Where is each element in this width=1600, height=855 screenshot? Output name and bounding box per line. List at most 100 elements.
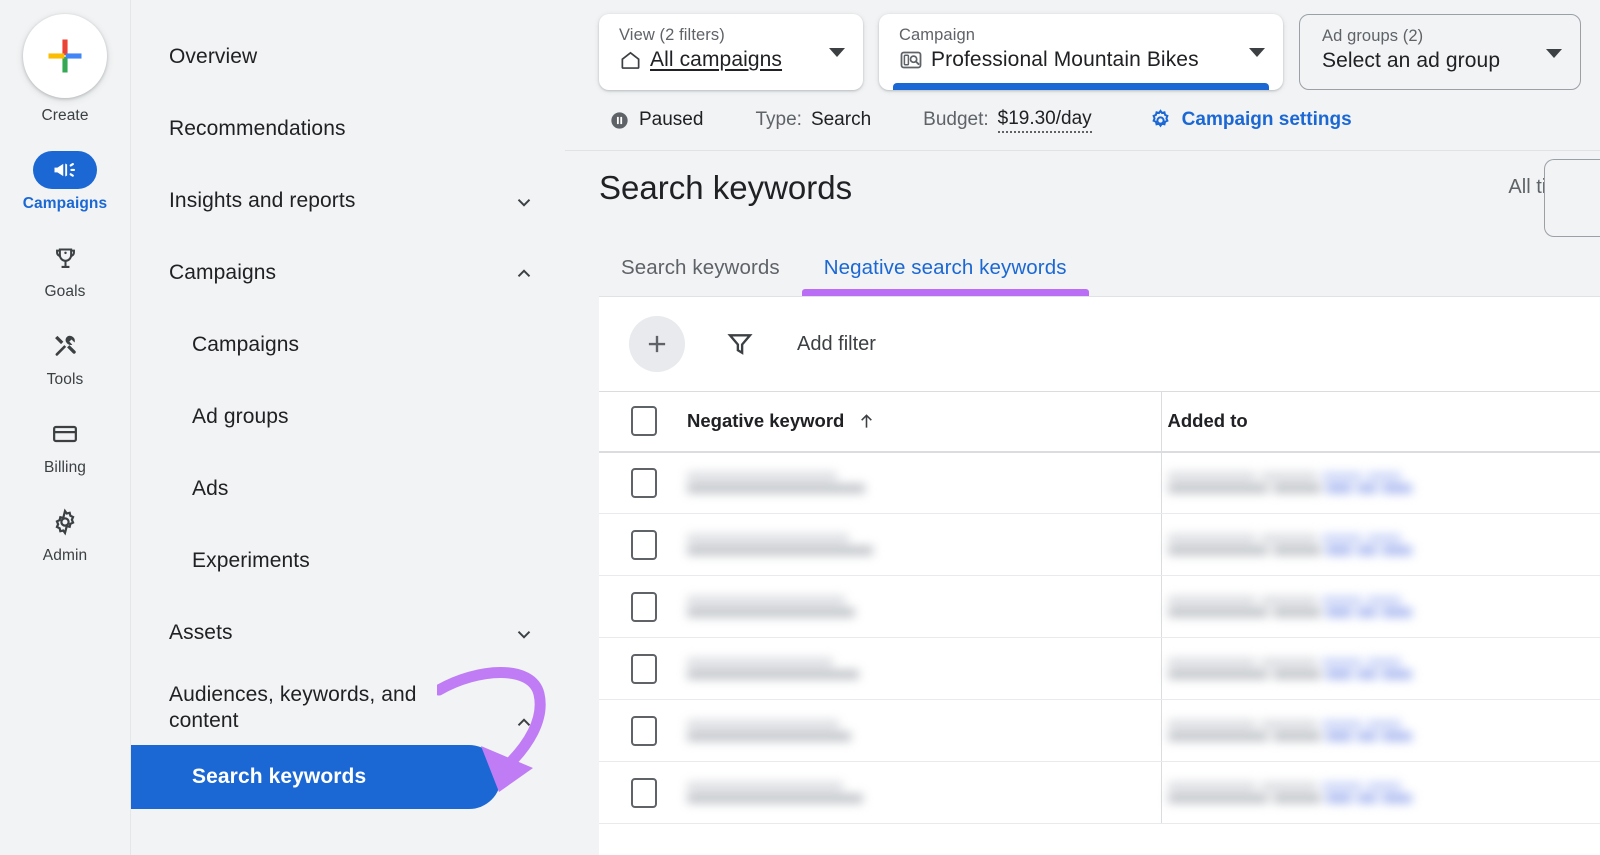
sidebar-item-label: Campaigns [169, 260, 276, 286]
row-checkbox[interactable] [631, 716, 657, 746]
row-checkbox[interactable] [631, 654, 657, 684]
campaign-selector[interactable]: Campaign Professional Mountain Bikes [879, 14, 1283, 90]
keyword-tabs: Search keywords Negative search keywords [565, 224, 1600, 296]
status-label: Paused [639, 109, 703, 131]
table-row[interactable] [599, 638, 1600, 700]
sidebar-item-insights-and-reports[interactable]: Insights and reports [131, 178, 565, 224]
tab-label: Search keywords [621, 256, 780, 279]
campaign-selector-accent [893, 83, 1269, 90]
campaign-budget-label: Budget: [923, 109, 989, 131]
sidebar-item-experiments[interactable]: Experiments [131, 538, 565, 584]
campaign-status-bar: Paused Type: Search Budget: $19.30/day C… [565, 96, 1600, 144]
table-row[interactable] [599, 762, 1600, 824]
campaign-settings-link[interactable]: Campaign settings [1148, 108, 1352, 133]
date-range-button[interactable] [1544, 159, 1600, 237]
sidebar-item-ads[interactable]: Ads [131, 466, 565, 512]
chevron-down-icon[interactable] [829, 48, 845, 57]
arrow-up-icon[interactable] [856, 411, 877, 432]
secondary-nav: Overview Recommendations Insights and re… [131, 0, 565, 855]
plus-icon [23, 14, 107, 98]
funnel-icon [725, 329, 755, 359]
campaign-type-label: Type: [755, 109, 801, 131]
credit-card-icon [33, 415, 97, 453]
view-selector[interactable]: View (2 filters) All campaigns [599, 14, 863, 90]
add-negative-keyword-button[interactable] [629, 316, 685, 372]
ad-group-selector[interactable]: Ad groups (2) Select an ad group [1299, 14, 1581, 90]
tab-search-keywords[interactable]: Search keywords [599, 256, 802, 296]
table-row[interactable] [599, 452, 1600, 514]
sidebar-item-label: Search keywords [192, 765, 366, 789]
campaign-type: Type: Search [755, 109, 871, 131]
rail-label-goals: Goals [45, 283, 86, 301]
rail-item-tools[interactable]: Tools [0, 327, 130, 389]
sidebar-item-search-keywords[interactable]: Search keywords [131, 745, 501, 809]
rail-item-campaigns[interactable]: Campaigns [0, 151, 130, 213]
sidebar-item-campaigns-group[interactable]: Campaigns [131, 250, 565, 296]
rail-label-tools: Tools [47, 371, 84, 389]
column-label: Negative keyword [687, 410, 844, 432]
chevron-up-icon[interactable] [513, 712, 535, 734]
sidebar-item-label: Insights and reports [169, 188, 355, 214]
table-row[interactable] [599, 514, 1600, 576]
chevron-down-icon[interactable] [1546, 49, 1562, 58]
sidebar-item-recommendations[interactable]: Recommendations [131, 106, 565, 152]
gear-icon [1148, 108, 1173, 133]
row-checkbox[interactable] [631, 778, 657, 808]
chevron-down-icon[interactable] [513, 191, 535, 213]
status-badge: Paused [609, 109, 703, 131]
campaign-settings-label: Campaign settings [1182, 109, 1352, 131]
column-header-negative-keyword[interactable]: Negative keyword [681, 392, 1161, 452]
row-checkbox[interactable] [631, 530, 657, 560]
negative-keyword-value [687, 658, 877, 679]
gear-icon [33, 503, 97, 541]
table-toolbar: Add filter [599, 297, 1600, 391]
rail-item-admin[interactable]: Admin [0, 503, 130, 565]
sidebar-item-campaigns[interactable]: Campaigns [131, 322, 565, 368]
select-all-header [599, 392, 681, 452]
rail-item-goals[interactable]: Goals [0, 239, 130, 301]
ad-group-selector-caption: Ad groups (2) [1322, 26, 1534, 46]
sidebar-item-audiences-keywords-content[interactable]: Audiences, keywords, and content [131, 682, 565, 735]
row-checkbox[interactable] [631, 468, 657, 498]
add-filter-button[interactable]: Add filter [797, 333, 876, 356]
sidebar-item-label: Campaigns [192, 332, 299, 358]
column-label: Added to [1168, 410, 1248, 432]
sidebar-item-assets[interactable]: Assets [131, 610, 565, 656]
chevron-down-icon[interactable] [1249, 48, 1265, 57]
negative-keyword-value [687, 596, 877, 617]
negative-keyword-value [687, 782, 877, 803]
campaign-budget-value[interactable]: $19.30/day [998, 108, 1092, 133]
table-header-row: Negative keyword Added to [599, 392, 1600, 452]
added-to-value [1168, 596, 1413, 617]
rail-item-billing[interactable]: Billing [0, 415, 130, 477]
sidebar-item-label: Assets [169, 620, 233, 646]
added-to-value [1168, 472, 1413, 493]
column-header-added-to[interactable]: Added to [1161, 392, 1600, 452]
sidebar-item-label: Recommendations [169, 116, 346, 142]
negative-keyword-value [687, 534, 877, 555]
tab-negative-search-keywords[interactable]: Negative search keywords [802, 256, 1089, 296]
filter-button[interactable] [725, 329, 755, 359]
keywords-table-card: Add filter Negative keyword [599, 296, 1600, 855]
campaign-budget: Budget: $19.30/day [923, 108, 1092, 133]
view-selector-value: All campaigns [650, 48, 782, 72]
google-ads-app: Create Campaigns [0, 0, 1600, 855]
chevron-down-icon[interactable] [513, 623, 535, 645]
campaign-selector-value: Professional Mountain Bikes [931, 48, 1199, 72]
negative-keyword-value [687, 472, 877, 493]
added-to-value [1168, 534, 1413, 555]
chevron-up-icon[interactable] [513, 263, 535, 285]
view-selector-caption: View (2 filters) [619, 25, 817, 45]
table-row[interactable] [599, 576, 1600, 638]
table-row[interactable] [599, 700, 1600, 762]
sidebar-item-overview[interactable]: Overview [131, 34, 565, 80]
select-all-checkbox[interactable] [631, 406, 657, 436]
create-label: Create [41, 107, 88, 125]
page-title: Search keywords [599, 169, 852, 207]
plus-icon [642, 329, 672, 359]
sidebar-item-ad-groups[interactable]: Ad groups [131, 394, 565, 440]
sidebar-item-label: Overview [169, 44, 257, 70]
negative-keywords-table: Negative keyword Added to [599, 391, 1600, 824]
row-checkbox[interactable] [631, 592, 657, 622]
create-button[interactable]: Create [23, 14, 107, 125]
